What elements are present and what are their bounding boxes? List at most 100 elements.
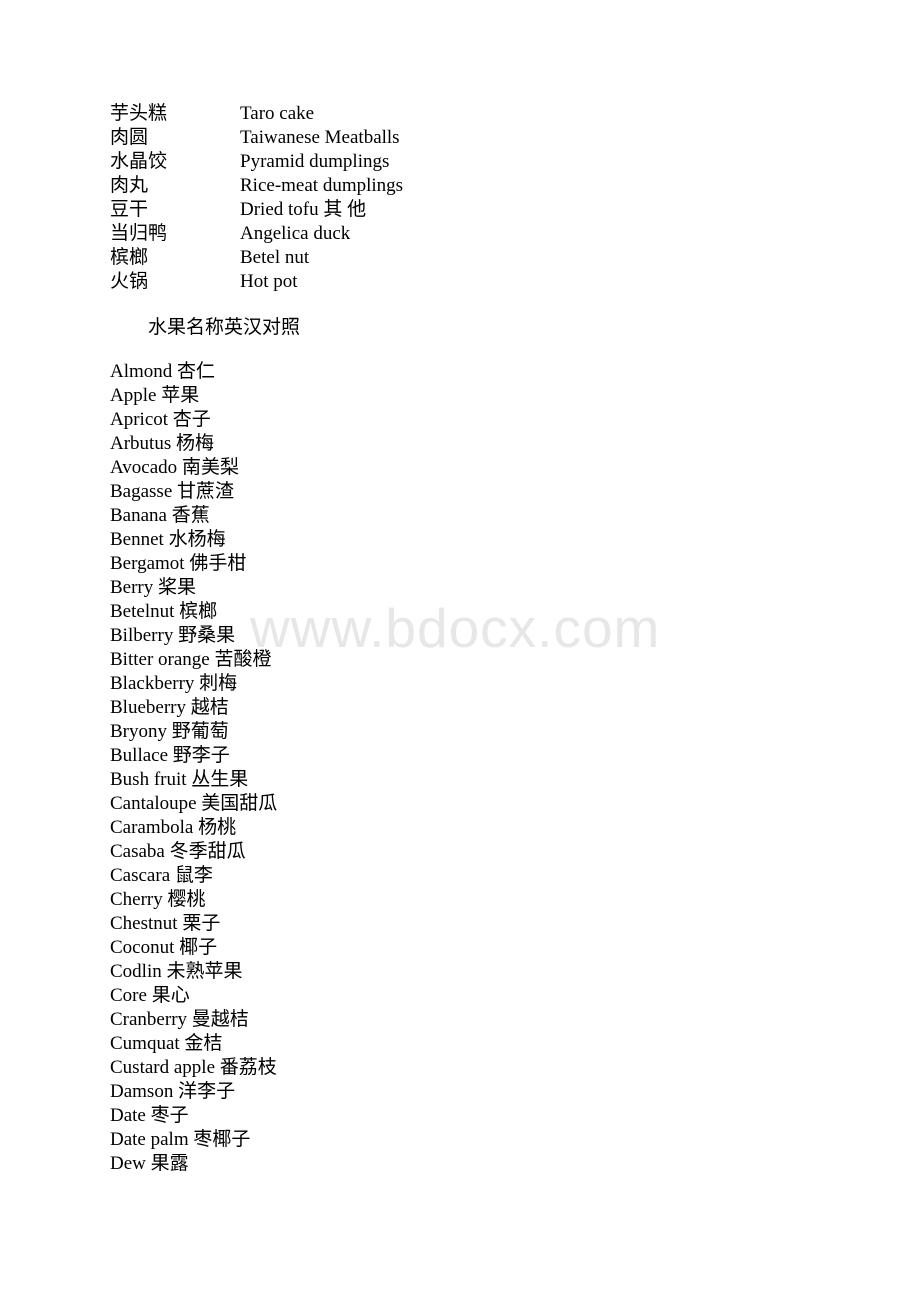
fruit-gloss-cn: 杏仁 (177, 361, 216, 382)
list-item: Avocado 南美梨 (110, 456, 277, 480)
list-item: Betelnut 槟榔 (110, 600, 277, 624)
fruit-gloss-cn: 野桑果 (178, 625, 236, 646)
fruit-term-en: Blackberry (110, 673, 195, 694)
list-item: Damson 洋李子 (110, 1080, 277, 1104)
table-row: 芋头糕 Taro cake (110, 102, 660, 126)
document-page: www.bdocx.com 芋头糕 Taro cake 肉圆 Taiwanese Me… (0, 0, 920, 1302)
food-name-en: Rice-meat dumplings (240, 175, 404, 196)
list-item: Cranberry 曼越桔 (110, 1008, 277, 1032)
food-name-cn: 槟榔 (110, 247, 149, 268)
fruit-term-en: Carambola (110, 817, 194, 838)
fruit-glossary-list: Almond 杏仁 Apple 苹果 Apricot 杏子 Arbutus 杨梅 Avo… (110, 360, 277, 1176)
fruit-gloss-cn: 杨梅 (175, 433, 214, 454)
fruit-term-en: Avocado (110, 457, 178, 478)
fruit-gloss-cn: 未熟苹果 (166, 961, 243, 982)
list-item: Bullace 野李子 (110, 744, 277, 768)
list-item: Cantaloupe 美国甜瓜 (110, 792, 277, 816)
fruit-gloss-cn: 金桔 (184, 1033, 223, 1054)
fruit-gloss-cn: 苹果 (161, 385, 200, 406)
food-name-en: Betel nut (240, 247, 310, 268)
food-name-en: Taiwanese Meatballs (240, 127, 400, 148)
list-item: Blueberry 越桔 (110, 696, 277, 720)
fruit-term-en: Bitter orange (110, 649, 210, 670)
fruit-term-en: Cherry (110, 889, 163, 910)
fruit-gloss-cn: 丛生果 (191, 769, 249, 790)
fruit-gloss-cn: 野葡萄 (171, 721, 229, 742)
fruit-gloss-cn: 曼越桔 (191, 1009, 249, 1030)
fruit-gloss-cn: 桨果 (158, 577, 197, 598)
list-item: Codlin 未熟苹果 (110, 960, 277, 984)
fruit-term-en: Arbutus (110, 433, 172, 454)
fruit-gloss-cn: 杨桃 (198, 817, 237, 838)
fruit-gloss-cn: 冬季甜瓜 (169, 841, 246, 862)
fruit-term-en: Betelnut (110, 601, 175, 622)
list-item: Bergamot 佛手柑 (110, 552, 277, 576)
list-item: Cherry 樱桃 (110, 888, 277, 912)
table-row: 当归鸭 Angelica duck (110, 222, 660, 246)
food-name-cn: 豆干 (110, 199, 149, 220)
fruit-term-en: Apricot (110, 409, 169, 430)
fruit-gloss-cn: 越桔 (190, 697, 229, 718)
fruit-term-en: Bush fruit (110, 769, 187, 790)
list-item: Custard apple 番荔枝 (110, 1056, 277, 1080)
fruit-term-en: Apple (110, 385, 157, 406)
list-item: Bagasse 甘蔗渣 (110, 480, 277, 504)
fruit-term-en: Chestnut (110, 913, 178, 934)
fruit-gloss-cn: 甘蔗渣 (177, 481, 235, 502)
fruit-gloss-cn: 南美梨 (181, 457, 239, 478)
fruit-term-en: Cranberry (110, 1009, 188, 1030)
fruit-term-en: Date palm (110, 1129, 189, 1150)
fruit-gloss-cn: 野李子 (172, 745, 230, 766)
list-item: Date 枣子 (110, 1104, 277, 1128)
list-item: Bryony 野葡萄 (110, 720, 277, 744)
fruit-term-en: Bullace (110, 745, 169, 766)
list-item: Bitter orange 苦酸橙 (110, 648, 277, 672)
food-name-en: Hot pot (240, 271, 298, 292)
fruit-term-en: Berry (110, 577, 154, 598)
table-row: 肉圆 Taiwanese Meatballs (110, 126, 660, 150)
food-glossary-body: 芋头糕 Taro cake 肉圆 Taiwanese Meatballs 水晶饺 Pyra… (110, 102, 660, 294)
fruit-term-en: Casaba (110, 841, 165, 862)
food-name-cn: 肉丸 (110, 175, 149, 196)
fruit-term-en: Bryony (110, 721, 167, 742)
fruit-gloss-cn: 洋李子 (178, 1081, 236, 1102)
food-name-cn: 肉圆 (110, 127, 149, 148)
food-name-cn: 水晶饺 (110, 151, 168, 172)
fruit-gloss-cn: 枣子 (150, 1105, 189, 1126)
fruit-term-en: Damson (110, 1081, 174, 1102)
fruit-gloss-cn: 香蕉 (171, 505, 210, 526)
fruit-gloss-cn: 果心 (151, 985, 190, 1006)
watermark-text: www.bdocx.com (250, 597, 661, 659)
fruit-term-en: Coconut (110, 937, 175, 958)
list-item: Coconut 椰子 (110, 936, 277, 960)
fruit-term-en: Date (110, 1105, 146, 1126)
section-heading: 水果名称英汉对照 (148, 317, 301, 338)
fruit-gloss-cn: 刺梅 (199, 673, 238, 694)
list-item: Bennet 水杨梅 (110, 528, 277, 552)
fruit-term-en: Bagasse (110, 481, 173, 502)
food-name-cn: 当归鸭 (110, 223, 168, 244)
fruit-term-en: Cumquat (110, 1033, 180, 1054)
table-row: 火锅 Hot pot (110, 270, 660, 294)
list-item: Apple 苹果 (110, 384, 277, 408)
table-row: 槟榔 Betel nut (110, 246, 660, 270)
fruit-gloss-cn: 番荔枝 (219, 1057, 277, 1078)
food-name-en: Dried tofu 其 他 (240, 199, 367, 220)
list-item: Almond 杏仁 (110, 360, 277, 384)
list-item: Arbutus 杨梅 (110, 432, 277, 456)
food-name-en: Taro cake (240, 103, 315, 124)
list-item: Berry 桨果 (110, 576, 277, 600)
fruit-term-en: Blueberry (110, 697, 186, 718)
fruit-gloss-cn: 苦酸橙 (214, 649, 272, 670)
list-item: Cumquat 金桔 (110, 1032, 277, 1056)
fruit-term-en: Bergamot (110, 553, 185, 574)
fruit-term-en: Custard apple (110, 1057, 216, 1078)
fruit-term-en: Bilberry (110, 625, 174, 646)
fruit-term-en: Codlin (110, 961, 162, 982)
list-item: Banana 香蕉 (110, 504, 277, 528)
fruit-term-en: Dew (110, 1153, 146, 1174)
list-item: Cascara 鼠李 (110, 864, 277, 888)
fruit-term-en: Cantaloupe (110, 793, 197, 814)
list-item: Chestnut 栗子 (110, 912, 277, 936)
fruit-gloss-cn: 椰子 (179, 937, 218, 958)
